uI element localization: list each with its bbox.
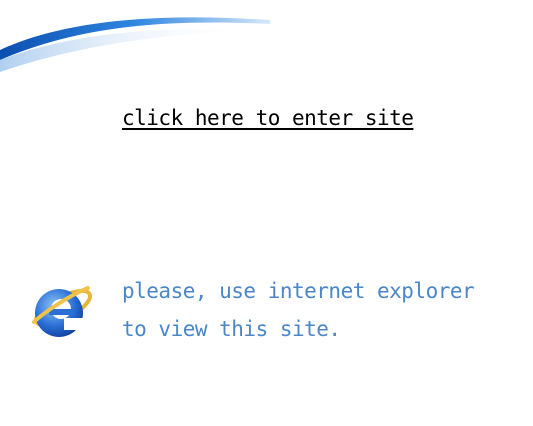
- enter-site-link[interactable]: click here to enter site: [122, 106, 414, 130]
- notice-line-2: to view this site.: [122, 317, 341, 341]
- internet-explorer-icon: [32, 286, 92, 337]
- notice-line-1: please, use internet explorer: [122, 279, 475, 303]
- blue-swoosh-decoration: [0, 17, 270, 72]
- browser-notice: please, use internet explorer to view th…: [122, 272, 522, 348]
